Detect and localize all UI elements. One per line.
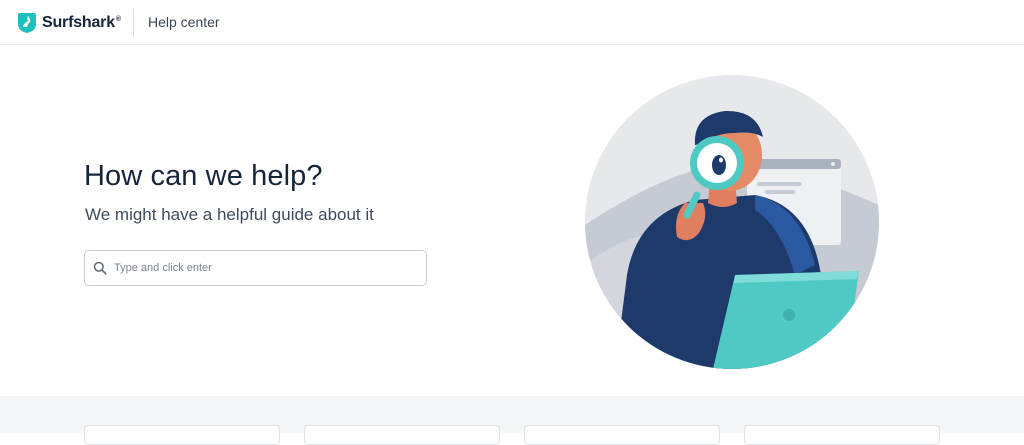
- surfshark-logo-icon: [18, 13, 36, 33]
- search-icon: [93, 261, 107, 275]
- topic-card[interactable]: [304, 425, 500, 445]
- topics-section: [0, 396, 1024, 445]
- help-illustration: [585, 75, 879, 369]
- topic-card[interactable]: [84, 425, 280, 445]
- search-input[interactable]: [114, 262, 414, 274]
- page-title: How can we help?: [84, 160, 323, 192]
- brand-name: Surfshark®: [42, 14, 121, 31]
- header-divider: [133, 9, 134, 36]
- search-box[interactable]: [84, 250, 427, 286]
- registered-mark: ®: [115, 15, 121, 23]
- surfshark-logo[interactable]: Surfshark®: [17, 11, 121, 35]
- top-header: Surfshark® Help center: [0, 0, 1024, 45]
- topic-card[interactable]: [744, 425, 940, 445]
- page-subtitle: We might have a helpful guide about it: [85, 205, 374, 224]
- help-center-link[interactable]: Help center: [148, 14, 220, 30]
- topic-card[interactable]: [524, 425, 720, 445]
